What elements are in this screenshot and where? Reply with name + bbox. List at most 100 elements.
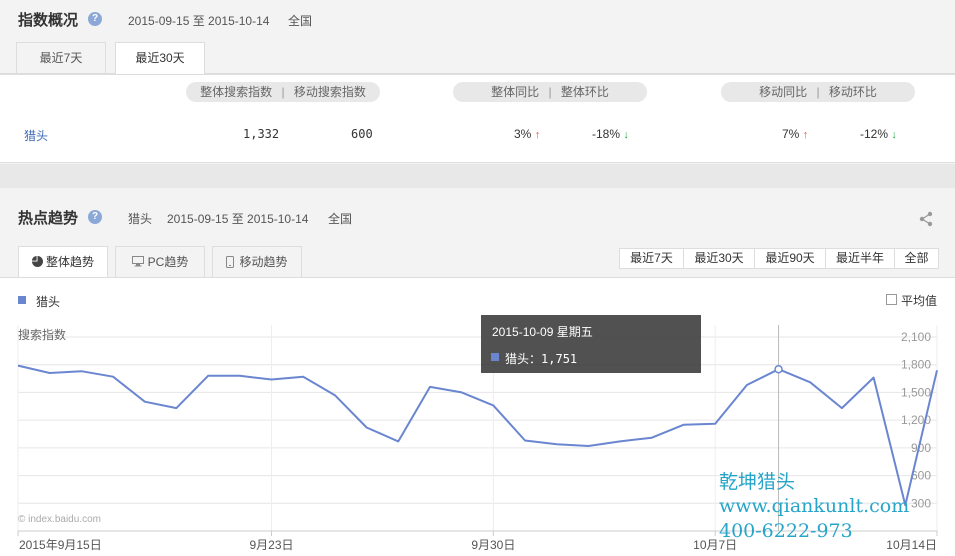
trend-date-range: 2015-09-15 至 2015-10-14 (167, 212, 309, 226)
tab-overall-trend-label: 整体趋势 (45, 255, 94, 269)
x-tick-label: 9月30日 (471, 538, 515, 552)
header-mobile-mom: 移动环比 (828, 85, 877, 99)
tab-pc-trend[interactable]: PC趋势 (115, 246, 205, 277)
down-arrow-icon: ↓ (891, 129, 897, 141)
trend-help-icon[interactable]: ? (88, 210, 102, 224)
up-arrow-icon: ↑ (534, 129, 541, 141)
range-last-7-days[interactable]: 最近7天 (619, 248, 684, 269)
y-tick-label: 300 (911, 496, 931, 510)
tooltip-date: 2015-10-09 星期五 (492, 325, 593, 339)
header-mobile-yoy: 移动同比 (759, 85, 808, 99)
data-point[interactable] (300, 374, 306, 380)
data-point[interactable] (47, 370, 53, 376)
header-overall-mom: 整体环比 (560, 85, 609, 99)
header-sep: | (281, 85, 285, 99)
trend-region: 全国 (328, 212, 353, 226)
data-point[interactable] (617, 438, 623, 444)
y-axis-label: 搜索指数 (18, 327, 66, 342)
header-overall-label: 整体搜索指数 (200, 85, 273, 99)
down-arrow-icon: ↓ (623, 129, 629, 141)
range-all[interactable]: 全部 (894, 248, 939, 269)
header-overall-yoy: 整体同比 (491, 85, 540, 99)
data-point[interactable] (807, 379, 813, 385)
tab-last-7-days[interactable]: 最近7天 (16, 42, 106, 73)
data-point[interactable] (871, 375, 877, 381)
section-divider (0, 164, 955, 188)
tab-overall-trend[interactable]: 整体趋势 (18, 246, 108, 278)
data-point[interactable] (554, 441, 560, 447)
header-sep: | (548, 85, 552, 99)
data-point[interactable] (522, 437, 528, 443)
data-point[interactable] (173, 405, 179, 411)
tooltip-sep: ： (529, 352, 542, 366)
y-tick-label: 900 (911, 441, 931, 455)
data-point[interactable] (78, 368, 84, 374)
overall-yoy-text: 3% (514, 127, 532, 141)
overview-date-range: 2015-09-15 至 2015-10-14 (128, 14, 270, 28)
overview-help-icon[interactable]: ? (88, 12, 102, 26)
pie-chart-icon (31, 256, 43, 267)
mobile-mom-value: -12% ↓ (860, 127, 897, 141)
tab-mobile-trend[interactable]: 移动趋势 (212, 246, 302, 277)
trend-title: 热点趋势 (18, 210, 79, 227)
data-point[interactable] (332, 392, 338, 398)
data-point[interactable] (490, 402, 496, 408)
x-tick-label: 10月14日 (886, 538, 937, 552)
mobile-mom-text: -12% (860, 127, 889, 141)
chart-tooltip: 2015-10-09 星期五 猎头：1,751 (481, 315, 701, 373)
range-half-year[interactable]: 最近半年 (825, 248, 895, 269)
data-point[interactable] (649, 435, 655, 441)
trend-keyword: 猎头 (128, 212, 153, 226)
tooltip-series: 猎头 (505, 352, 530, 366)
source-label: © index.baidu.com (18, 514, 101, 525)
data-point[interactable] (459, 389, 465, 395)
keyword-link[interactable]: 猎头 (24, 127, 48, 144)
header-mobile-label: 移动搜索指数 (293, 85, 366, 99)
range-last-30-days[interactable]: 最近30天 (683, 248, 755, 269)
overall-index-value: 1,332 (243, 127, 280, 141)
mobile-icon (226, 256, 235, 268)
data-point[interactable] (395, 438, 401, 444)
y-tick-label: 2,100 (901, 330, 931, 344)
data-point[interactable] (934, 367, 940, 373)
data-point[interactable] (364, 425, 370, 431)
x-tick-label: 9月23日 (250, 538, 294, 552)
mobile-index-value: 600 (351, 127, 373, 141)
tooltip-value: 猎头：1,751 (505, 350, 577, 367)
tab-pc-trend-label: PC趋势 (147, 255, 189, 269)
tab-last-30-days[interactable]: 最近30天 (115, 42, 205, 74)
header-mobile-change: 移动同比 | 移动环比 (721, 82, 915, 102)
tab-mobile-trend-label: 移动趋势 (239, 255, 288, 269)
data-point[interactable] (427, 384, 433, 390)
watermark-name: 乾坤猎头 (719, 471, 796, 493)
data-point[interactable] (680, 422, 686, 428)
data-point[interactable] (585, 443, 591, 449)
data-point[interactable] (839, 405, 845, 411)
highlighted-point[interactable] (774, 364, 783, 374)
overall-mom-text: -18% (592, 127, 621, 141)
data-point[interactable] (712, 421, 718, 427)
header-search-index: 整体搜索指数 | 移动搜索指数 (186, 82, 380, 102)
y-tick-label: 1,800 (901, 358, 931, 372)
watermark-url: www.qiankunlt.com (719, 495, 910, 517)
overview-title: 指数概况 (18, 12, 79, 29)
tooltip-swatch (491, 353, 499, 361)
y-tick-label: 1,500 (901, 385, 931, 399)
tooltip-number: 1,751 (541, 352, 578, 366)
data-point[interactable] (205, 373, 211, 379)
series-line (17, 364, 938, 507)
data-point[interactable] (237, 373, 243, 379)
data-point[interactable] (269, 376, 275, 382)
watermark-phone: 400-6222-973 (719, 520, 853, 542)
data-point[interactable] (110, 374, 116, 380)
header-sep: | (816, 85, 820, 99)
data-point[interactable] (744, 382, 750, 388)
overall-yoy-value: 3% ↑ (514, 127, 540, 141)
mobile-yoy-value: 7% ↑ (782, 127, 808, 141)
range-last-90-days[interactable]: 最近90天 (754, 248, 826, 269)
up-arrow-icon: ↑ (802, 129, 809, 141)
overview-region: 全国 (288, 14, 313, 28)
data-point[interactable] (15, 363, 21, 369)
data-point[interactable] (142, 399, 148, 405)
share-icon[interactable] (918, 211, 934, 227)
